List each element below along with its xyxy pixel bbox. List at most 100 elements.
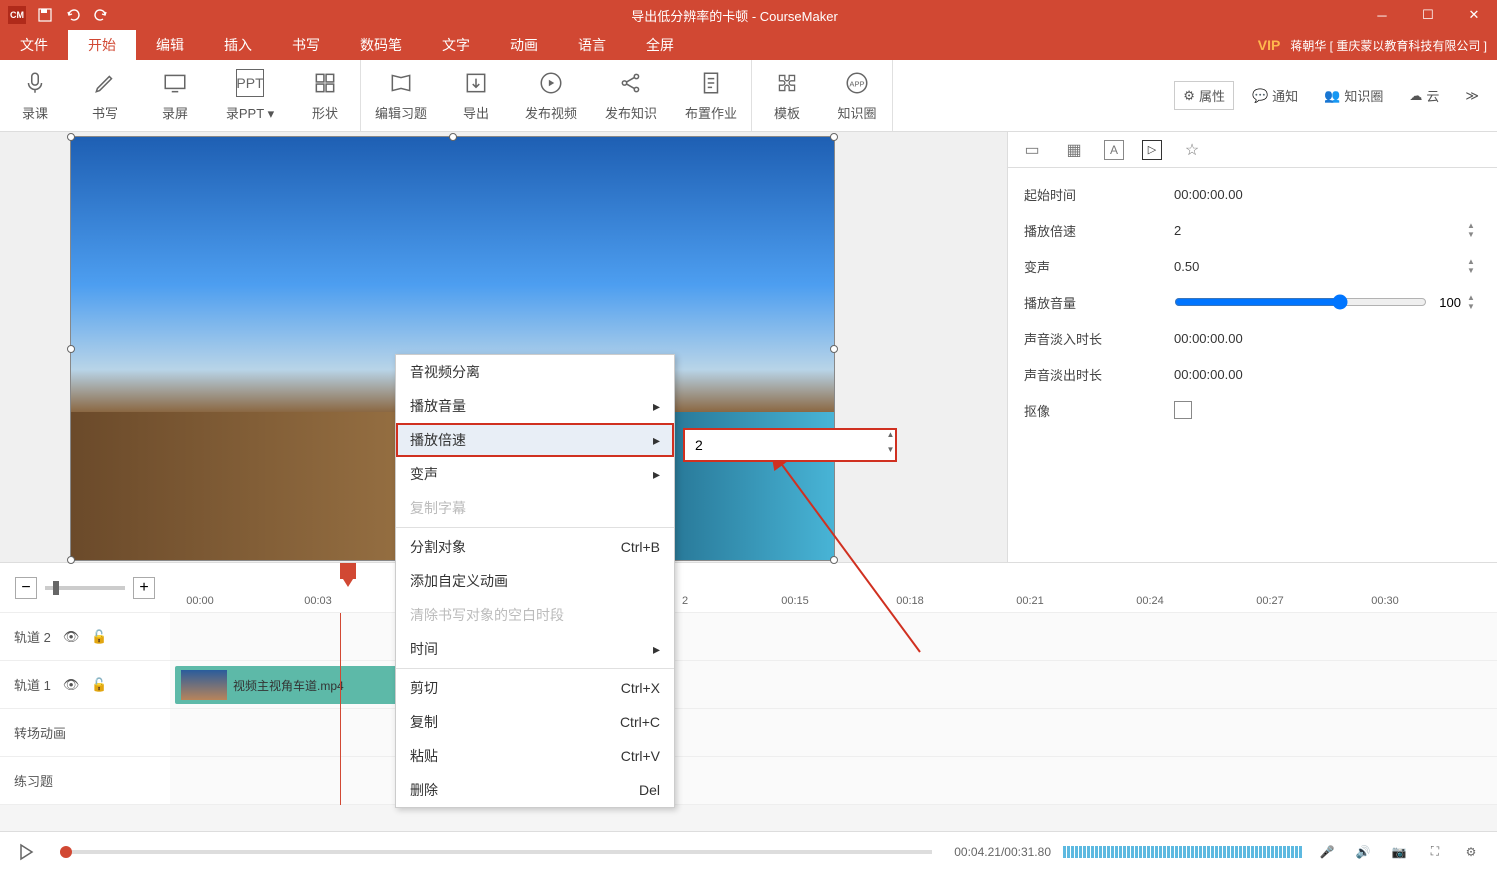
assign-homework-button[interactable]: 布置作业: [671, 60, 751, 132]
circle-button[interactable]: 👥知识圈: [1316, 82, 1391, 109]
prop-volume[interactable]: 播放音量100▲▼: [1008, 284, 1497, 320]
spin-up-icon[interactable]: ▲: [1467, 293, 1481, 302]
tab-insert[interactable]: 插入: [204, 30, 272, 60]
ctx-volume[interactable]: 播放音量▸: [396, 389, 674, 423]
seek-bar[interactable]: [60, 850, 932, 854]
track-exercise[interactable]: 练习题: [0, 757, 1497, 805]
playhead-handle[interactable]: [340, 563, 356, 579]
puzzle-icon: [773, 69, 801, 97]
speed-field[interactable]: [685, 437, 886, 453]
ctx-speed[interactable]: 播放倍速▸: [396, 423, 674, 457]
zoom-out-button[interactable]: −: [15, 577, 37, 599]
prop-tab-text-icon[interactable]: A: [1104, 140, 1124, 160]
zoom-in-button[interactable]: +: [133, 577, 155, 599]
ctx-delete[interactable]: 删除Del: [396, 773, 674, 807]
tab-anim[interactable]: 动画: [490, 30, 558, 60]
resize-handle[interactable]: [67, 345, 75, 353]
prop-pitch[interactable]: 变声0.50▲▼: [1008, 248, 1497, 284]
mic-status-icon[interactable]: 🎤: [1315, 840, 1339, 864]
shapes-button[interactable]: 形状: [290, 60, 360, 132]
ctx-split[interactable]: 分割对象Ctrl+B: [396, 530, 674, 564]
volume-slider[interactable]: [1174, 294, 1427, 310]
zoom-slider[interactable]: [45, 586, 125, 590]
lock-icon[interactable]: 🔓: [91, 677, 107, 693]
canvas-area[interactable]: 音视频分离 播放音量▸ 播放倍速▸ 变声▸ 复制字幕 分割对象Ctrl+B 添加…: [0, 132, 1007, 562]
prop-tab-grid-icon[interactable]: ▦: [1062, 138, 1086, 162]
ctx-copy[interactable]: 复制Ctrl+C: [396, 705, 674, 739]
camera-icon[interactable]: 📷: [1387, 840, 1411, 864]
export-button[interactable]: 导出: [441, 60, 511, 132]
tick-label: 00:15: [781, 595, 809, 607]
close-icon[interactable]: ✕: [1451, 0, 1497, 30]
ctx-time[interactable]: 时间▸: [396, 632, 674, 666]
pencil-icon: [91, 69, 119, 97]
spin-up-icon[interactable]: ▲: [1467, 221, 1481, 230]
tab-file[interactable]: 文件: [0, 30, 68, 60]
save-icon[interactable]: [36, 6, 54, 24]
record-button[interactable]: 录课: [0, 60, 70, 132]
resize-handle[interactable]: [830, 345, 838, 353]
prop-tab-play-icon[interactable]: ▷: [1142, 140, 1162, 160]
ctx-cut[interactable]: 剪切Ctrl+X: [396, 671, 674, 705]
spin-down-icon[interactable]: ▼: [1467, 302, 1481, 311]
ctx-av-split[interactable]: 音视频分离: [396, 355, 674, 389]
resize-handle[interactable]: [449, 133, 457, 141]
write-button[interactable]: 书写: [70, 60, 140, 132]
spin-down-icon[interactable]: ▼: [1467, 266, 1481, 275]
screencap-button[interactable]: 录屏: [140, 60, 210, 132]
maximize-icon[interactable]: ☐: [1405, 0, 1451, 30]
prop-tab-star-icon[interactable]: ☆: [1180, 138, 1204, 162]
settings-icon[interactable]: ⚙: [1459, 840, 1483, 864]
track-2[interactable]: 轨道 2👁🔓: [0, 613, 1497, 661]
people-icon: 👥: [1324, 88, 1340, 104]
ctx-custom-anim[interactable]: 添加自定义动画: [396, 564, 674, 598]
template-button[interactable]: 模板: [752, 60, 822, 132]
tick-label: 00:27: [1256, 595, 1284, 607]
prop-matting[interactable]: 抠像: [1008, 392, 1497, 428]
spin-up-icon[interactable]: ▲: [1467, 257, 1481, 266]
tab-text[interactable]: 文字: [422, 30, 490, 60]
ctx-pitch[interactable]: 变声▸: [396, 457, 674, 491]
tab-start[interactable]: 开始: [68, 30, 136, 60]
tab-lang[interactable]: 语言: [558, 30, 626, 60]
redo-icon[interactable]: [92, 6, 110, 24]
resize-handle[interactable]: [67, 556, 75, 564]
resize-handle[interactable]: [830, 133, 838, 141]
checkbox[interactable]: [1174, 401, 1192, 419]
record-ppt-button[interactable]: PPT录PPT ▾: [210, 60, 290, 132]
chevron-right-icon: ▸: [653, 466, 660, 483]
time-ruler[interactable]: 00:00 00:03 2 00:15 00:18 00:21 00:24 00…: [170, 563, 1497, 613]
prop-speed[interactable]: 播放倍速2▲▼: [1008, 212, 1497, 248]
track-1[interactable]: 轨道 1👁🔓 视频主视角车道.mp4: [0, 661, 1497, 709]
eye-icon[interactable]: 👁: [63, 677, 80, 693]
tab-pen[interactable]: 数码笔: [340, 30, 422, 60]
ctx-paste[interactable]: 粘贴Ctrl+V: [396, 739, 674, 773]
knowledge-circle-button[interactable]: APP知识圈: [822, 60, 892, 132]
edit-exercise-button[interactable]: 编辑习题: [361, 60, 441, 132]
eye-icon[interactable]: 👁: [63, 629, 80, 645]
cloud-button[interactable]: ☁云: [1401, 82, 1447, 109]
publish-knowledge-button[interactable]: 发布知识: [591, 60, 671, 132]
tab-fullscreen[interactable]: 全屏: [626, 30, 694, 60]
spin-down-icon[interactable]: ▼: [886, 445, 895, 460]
minimize-icon[interactable]: ─: [1359, 0, 1405, 30]
notify-button[interactable]: 💬通知: [1244, 82, 1306, 109]
lock-icon[interactable]: 🔓: [91, 629, 107, 645]
properties-toggle[interactable]: ⚙属性: [1174, 81, 1234, 110]
playhead-line[interactable]: [340, 613, 341, 805]
publish-video-button[interactable]: 发布视频: [511, 60, 591, 132]
user-label[interactable]: 蒋朝华 [ 重庆蒙以教育科技有限公司 ]: [1290, 37, 1497, 54]
overflow-icon[interactable]: ≫: [1457, 84, 1487, 108]
undo-icon[interactable]: [64, 6, 82, 24]
spin-down-icon[interactable]: ▼: [1467, 230, 1481, 239]
seek-handle[interactable]: [60, 846, 72, 858]
tab-write[interactable]: 书写: [272, 30, 340, 60]
prop-tab-layout-icon[interactable]: ▭: [1020, 138, 1044, 162]
expand-icon[interactable]: ⛶: [1423, 840, 1447, 864]
speaker-icon[interactable]: 🔊: [1351, 840, 1375, 864]
play-icon[interactable]: [14, 840, 38, 864]
resize-handle[interactable]: [67, 133, 75, 141]
spin-up-icon[interactable]: ▲: [886, 430, 895, 445]
tab-edit[interactable]: 编辑: [136, 30, 204, 60]
track-transition[interactable]: 转场动画: [0, 709, 1497, 757]
